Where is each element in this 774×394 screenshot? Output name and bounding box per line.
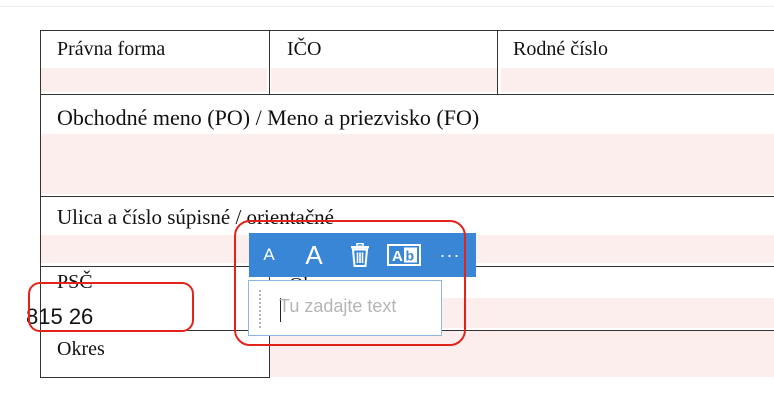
rodne-cislo-label: Rodné číslo [513, 38, 608, 60]
row1-divider-1 [269, 30, 270, 94]
obchodne-meno-label: Obchodné meno (PO) / Meno a priezvisko (… [57, 105, 480, 130]
row2-bottom-border [40, 196, 774, 197]
psc-highlight-box [28, 282, 194, 332]
pravna-forma-field[interactable] [41, 68, 267, 92]
form-top-border [40, 30, 774, 31]
okres-label: Okres [57, 338, 105, 360]
rodne-cislo-field[interactable] [501, 68, 774, 92]
pravna-forma-label: Právna forma [57, 38, 166, 60]
row1-bottom-border [40, 94, 774, 95]
ico-field[interactable] [271, 68, 497, 92]
textbox-highlight-box [234, 220, 466, 346]
row1-divider-2 [497, 30, 498, 94]
ico-label: IČO [287, 38, 322, 60]
page-top-divider [0, 6, 774, 7]
form-bottom-border [40, 377, 270, 378]
obchodne-meno-field[interactable] [41, 134, 774, 194]
